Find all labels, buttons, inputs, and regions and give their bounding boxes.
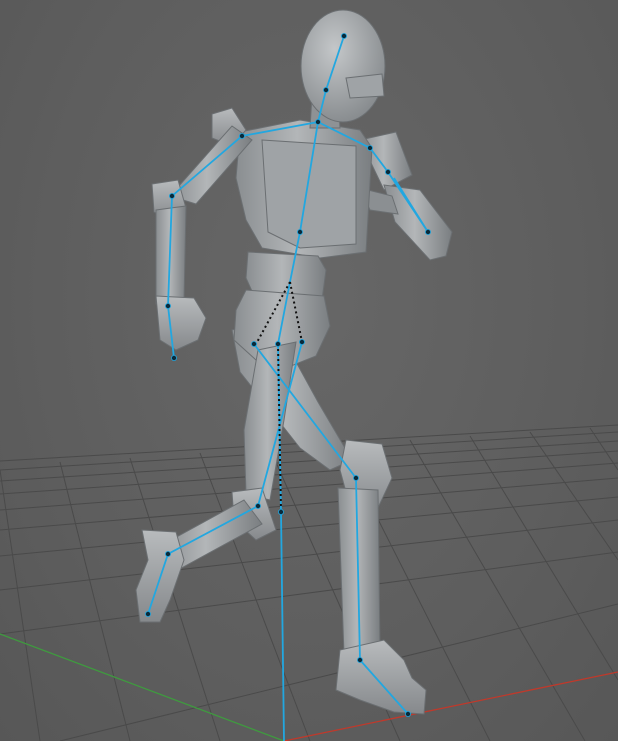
joint-head[interactable] (340, 33, 347, 40)
joint-right-wrist[interactable] (424, 228, 431, 235)
joint-root-ground[interactable] (277, 508, 284, 515)
joint-right-ankle[interactable] (356, 657, 363, 664)
joint-left-wrist[interactable] (164, 302, 171, 309)
floor-grid (0, 424, 618, 741)
joint-right-shoulder[interactable] (366, 144, 373, 151)
right-forearm[interactable] (383, 184, 453, 261)
joint-left-ankle[interactable] (164, 551, 171, 558)
joint-chest[interactable] (314, 119, 321, 126)
joint-neck[interactable] (322, 87, 329, 94)
chest-plate[interactable] (261, 139, 357, 249)
joint-left-hand[interactable] (170, 354, 177, 361)
joint-right-hip[interactable] (250, 340, 257, 347)
head[interactable] (300, 9, 386, 123)
robot-mannequin[interactable] (135, 9, 453, 715)
joint-right-elbow[interactable] (384, 168, 391, 175)
viewport-scene[interactable] (0, 0, 618, 741)
joint-left-hip[interactable] (298, 338, 305, 345)
joint-left-knee[interactable] (254, 502, 261, 509)
joint-spine[interactable] (296, 228, 303, 235)
ear-piece[interactable] (345, 73, 385, 99)
joint-right-knee[interactable] (352, 474, 359, 481)
3d-viewport[interactable] (0, 0, 618, 741)
x-axis-line (283, 671, 618, 741)
joint-left-elbow[interactable] (168, 192, 175, 199)
z-axis-line (0, 633, 285, 741)
left-hand[interactable] (155, 295, 207, 351)
joint-left-toe[interactable] (144, 611, 151, 618)
joint-left-shoulder[interactable] (238, 132, 245, 139)
right-foot[interactable] (335, 639, 427, 715)
joint-hips[interactable] (274, 340, 281, 347)
joint-right-toe[interactable] (404, 711, 411, 718)
